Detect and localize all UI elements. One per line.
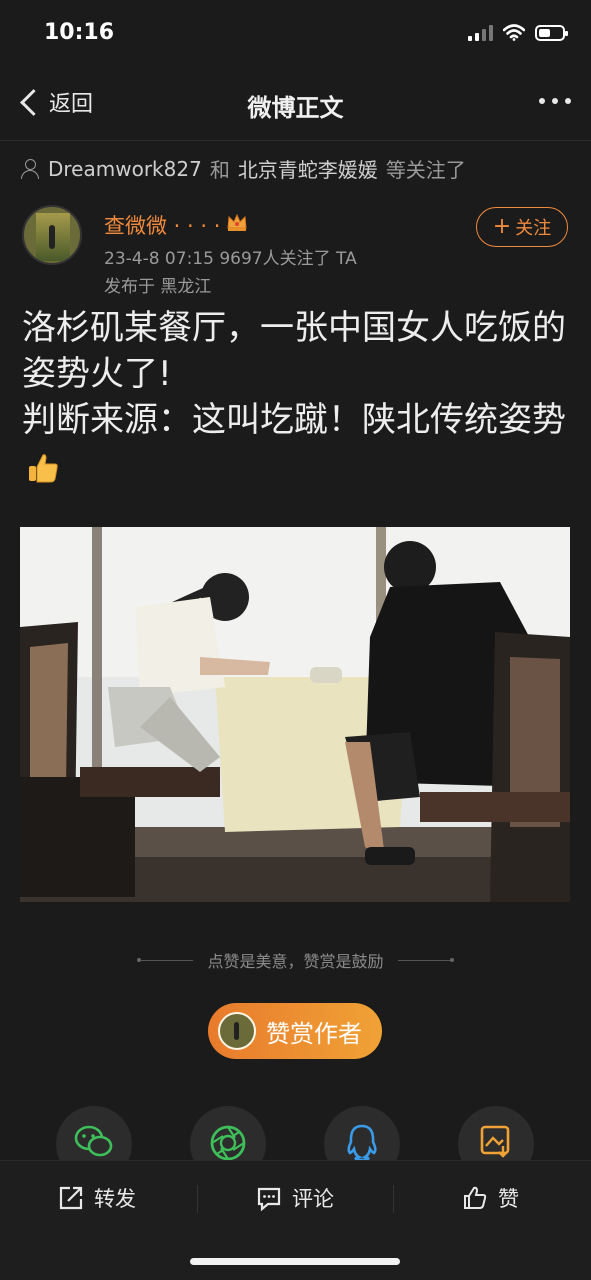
- reward-author-button[interactable]: 赞赏作者: [208, 1003, 382, 1059]
- qq-icon: [347, 1124, 377, 1162]
- plus-icon: +: [492, 214, 512, 239]
- person-icon: [20, 158, 40, 180]
- thumbs-up-emoji-icon: [29, 453, 58, 482]
- status-time: 10:16: [44, 20, 115, 45]
- status-icons: [468, 24, 568, 41]
- followed-user-2[interactable]: 北京青蛇李媛媛: [238, 154, 378, 183]
- more-options-icon[interactable]: [539, 98, 571, 104]
- follow-button[interactable]: + 关注: [476, 207, 568, 247]
- like-button[interactable]: 赞: [462, 1181, 519, 1215]
- author-avatar-small: [218, 1012, 256, 1050]
- moments-icon: [210, 1125, 246, 1161]
- like-label: 赞: [498, 1187, 519, 1211]
- battery-icon: [535, 24, 568, 41]
- comment-label: 评论: [292, 1187, 334, 1211]
- wifi-icon: [503, 24, 525, 41]
- author-name[interactable]: 查微微 · · · ·: [104, 210, 220, 240]
- status-bar: 10:16: [0, 0, 591, 70]
- crown-icon: [227, 213, 247, 231]
- repost-button[interactable]: 转发: [58, 1181, 136, 1215]
- thumbs-up-icon: [464, 1186, 487, 1209]
- repost-icon: [59, 1186, 83, 1210]
- cellular-signal-icon: [468, 24, 493, 41]
- wechat-icon: [74, 1125, 113, 1157]
- page-title: 微博正文: [247, 94, 344, 122]
- followed-by-row: Dreamwork827 和 北京青蛇李媛媛 等关注了: [20, 154, 466, 183]
- repost-label: 转发: [94, 1187, 136, 1211]
- save-image-icon: [480, 1125, 510, 1158]
- post-location: 发布于 黑龙江: [104, 277, 212, 297]
- post-text-line-2: 判断来源：这叫圪蹴！陕北传统姿势: [22, 400, 566, 440]
- follow-label: 关注: [515, 218, 552, 239]
- followed-suffix: 等关注了: [385, 158, 466, 182]
- followed-user-1[interactable]: Dreamwork827: [48, 157, 202, 181]
- weibo-post-page: 10:16 返回 微博正文 Dreamwork827 和 北京青蛇李媛媛 等关注…: [0, 0, 591, 1280]
- followed-and-text: 和: [209, 158, 230, 182]
- post-text-line-1: 洛杉矶某餐厅，一张中国女人吃饭的姿势火了!: [22, 308, 566, 394]
- restaurant-photo: [20, 527, 570, 902]
- comment-icon: [257, 1187, 281, 1211]
- home-indicator[interactable]: [190, 1258, 400, 1265]
- reward-prompt-text: 点赞是美意，赞赏是鼓励: [207, 952, 384, 971]
- post-body: 洛杉矶某餐厅，一张中国女人吃饭的姿势火了! 判断来源：这叫圪蹴！陕北传统姿势: [22, 305, 570, 489]
- comment-button[interactable]: 评论: [256, 1181, 334, 1215]
- reward-prompt: 点赞是美意，赞赏是鼓励: [0, 948, 591, 972]
- author-avatar[interactable]: [22, 205, 82, 265]
- reward-author-label: 赞赏作者: [266, 1019, 362, 1048]
- post-photo[interactable]: [20, 527, 570, 902]
- nav-bar: 返回 微博正文: [0, 70, 591, 141]
- post-meta: 23-4-8 07:15 9697人关注了 TA: [104, 249, 357, 269]
